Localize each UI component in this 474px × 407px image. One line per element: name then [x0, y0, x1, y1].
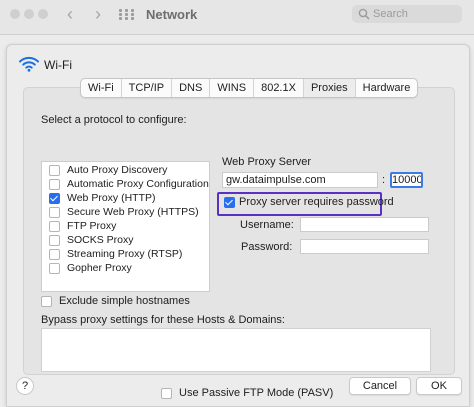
- protocol-label: Web Proxy (HTTP): [67, 192, 156, 204]
- protocol-checkbox[interactable]: [49, 193, 60, 204]
- back-chevron-icon[interactable]: ‹: [67, 5, 73, 23]
- requires-password-checkbox[interactable]: [224, 197, 235, 208]
- protocol-label: FTP Proxy: [67, 220, 117, 232]
- protocol-list-heading: Select a protocol to configure:: [41, 114, 187, 126]
- proxy-server-input[interactable]: [222, 172, 378, 188]
- protocol-label: Streaming Proxy (RTSP): [67, 248, 183, 260]
- cancel-button[interactable]: Cancel: [349, 377, 411, 395]
- password-label: Password:: [241, 241, 293, 253]
- password-input[interactable]: [300, 239, 429, 254]
- tab-bar: Wi-Fi TCP/IP DNS WINS 802.1X Proxies Har…: [80, 78, 419, 98]
- username-input[interactable]: [300, 217, 429, 232]
- username-label: Username:: [240, 219, 294, 231]
- wifi-icon: [19, 56, 39, 72]
- search-field[interactable]: Search: [352, 5, 462, 23]
- proxy-settings-sheet: Wi-Fi Select a protocol to configure: Au…: [6, 44, 470, 407]
- window-title: Network: [146, 7, 198, 22]
- ok-button[interactable]: OK: [416, 377, 462, 395]
- protocol-checkbox[interactable]: [49, 179, 60, 190]
- tab-dns[interactable]: DNS: [172, 79, 211, 97]
- protocol-label: Secure Web Proxy (HTTPS): [67, 206, 199, 218]
- bypass-label: Bypass proxy settings for these Hosts & …: [41, 314, 285, 326]
- protocol-checkbox[interactable]: [49, 249, 60, 260]
- tab-wins[interactable]: WINS: [210, 79, 255, 97]
- protocol-list[interactable]: Auto Proxy Discovery Automatic Proxy Con…: [41, 161, 210, 292]
- search-placeholder: Search: [373, 8, 408, 20]
- close-window-button[interactable]: [10, 9, 20, 19]
- proxies-content-panel: Select a protocol to configure: Auto Pro…: [23, 87, 455, 399]
- port-separator: :: [382, 174, 386, 186]
- requires-password-highlight: Proxy server requires password: [217, 192, 394, 216]
- protocol-row[interactable]: Automatic Proxy Configuration: [42, 178, 209, 192]
- tab-proxies[interactable]: Proxies: [303, 79, 356, 97]
- exclude-simple-hostnames-checkbox[interactable]: [41, 296, 52, 307]
- protocol-row[interactable]: Gopher Proxy: [42, 262, 209, 276]
- proxy-port-input[interactable]: [390, 172, 423, 188]
- protocol-checkbox[interactable]: [49, 263, 60, 274]
- protocol-checkbox[interactable]: [49, 235, 60, 246]
- minimize-window-button[interactable]: [24, 9, 34, 19]
- protocol-label: Gopher Proxy: [67, 262, 132, 274]
- protocol-row[interactable]: Streaming Proxy (RTSP): [42, 248, 209, 262]
- interface-name: Wi-Fi: [44, 58, 72, 72]
- passive-ftp-checkbox[interactable]: [161, 388, 172, 399]
- tab-wifi[interactable]: Wi-Fi: [81, 79, 122, 97]
- protocol-label: Auto Proxy Discovery: [67, 164, 168, 176]
- protocol-row[interactable]: FTP Proxy: [42, 220, 209, 234]
- protocol-row[interactable]: Auto Proxy Discovery: [42, 164, 209, 178]
- tab-tcpip[interactable]: TCP/IP: [122, 79, 173, 97]
- passive-ftp-label: Use Passive FTP Mode (PASV): [179, 387, 334, 399]
- tab-hardware[interactable]: Hardware: [356, 79, 418, 97]
- forward-chevron-icon[interactable]: ›: [95, 5, 101, 23]
- window-titlebar: ‹ › Network Search: [0, 0, 474, 35]
- bypass-hosts-textarea[interactable]: [41, 328, 431, 372]
- protocol-label: SOCKS Proxy: [67, 234, 134, 246]
- protocol-label: Automatic Proxy Configuration: [67, 178, 209, 190]
- protocol-checkbox[interactable]: [49, 207, 60, 218]
- web-proxy-server-heading: Web Proxy Server: [222, 156, 312, 168]
- tab-8021x[interactable]: 802.1X: [254, 79, 304, 97]
- protocol-row[interactable]: Web Proxy (HTTP): [42, 192, 209, 206]
- zoom-window-button[interactable]: [38, 9, 48, 19]
- protocol-checkbox[interactable]: [49, 221, 60, 232]
- exclude-simple-hostnames-label: Exclude simple hostnames: [59, 295, 190, 307]
- help-button[interactable]: ?: [16, 377, 34, 395]
- protocol-row[interactable]: Secure Web Proxy (HTTPS): [42, 206, 209, 220]
- search-icon: [358, 8, 370, 20]
- protocol-checkbox[interactable]: [49, 165, 60, 176]
- protocol-row[interactable]: SOCKS Proxy: [42, 234, 209, 248]
- requires-password-label: Proxy server requires password: [239, 196, 394, 208]
- show-all-grid-icon[interactable]: [119, 9, 134, 20]
